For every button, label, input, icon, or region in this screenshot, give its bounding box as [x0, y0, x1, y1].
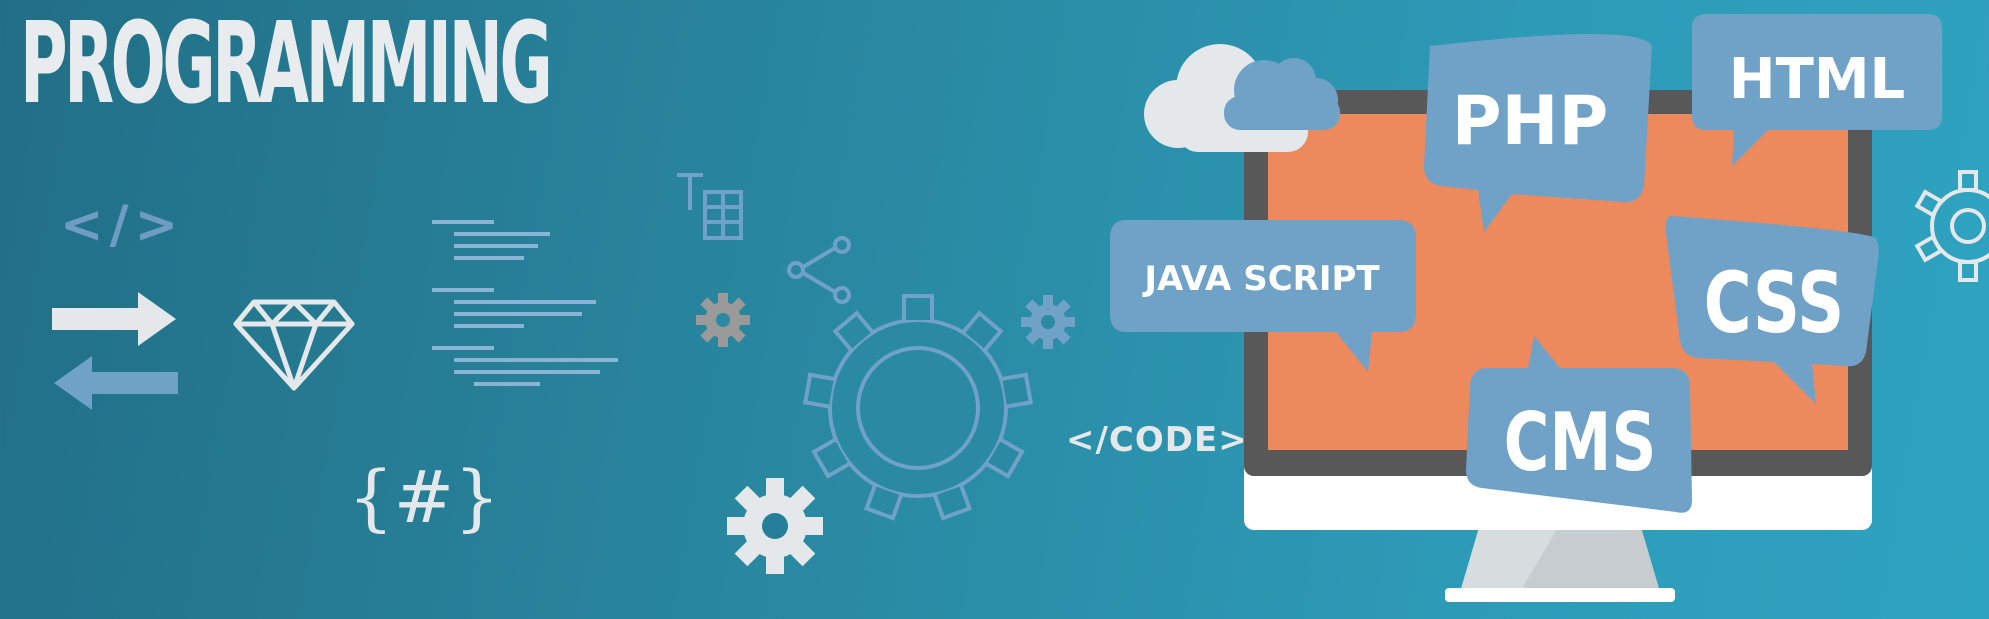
gear-icon — [696, 293, 750, 347]
swap-arrows-icon — [52, 292, 178, 410]
code-brackets-icon: </> — [60, 195, 185, 255]
page-title: PROGRAMMING — [20, 0, 553, 129]
cms-label: CMS — [1504, 395, 1657, 489]
php-label: PHP — [1452, 82, 1609, 161]
code-label: </CODE> — [1066, 420, 1248, 460]
gear-icon — [1914, 170, 1989, 282]
text-lines-icon — [432, 220, 618, 386]
cms-bubble: CMS — [1466, 336, 1692, 513]
text-table-icon — [677, 173, 743, 240]
diamond-icon — [233, 299, 355, 391]
javascript-bubble: JAVA SCRIPT — [1110, 220, 1416, 372]
cloud-icon — [1144, 44, 1340, 152]
html-bubble: HTML — [1692, 14, 1942, 166]
php-bubble: PHP — [1424, 34, 1652, 232]
css-label: CSS — [1704, 254, 1845, 352]
html-label: HTML — [1729, 47, 1905, 112]
hash-braces-icon: {#} — [348, 455, 500, 539]
gear-icon — [802, 294, 1034, 521]
javascript-label: JAVA SCRIPT — [1142, 259, 1380, 299]
